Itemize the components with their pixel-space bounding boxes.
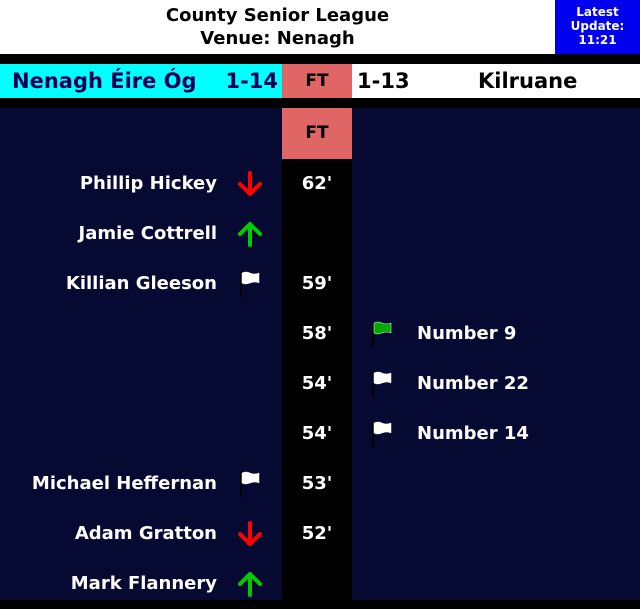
events-timeline: FT Phillip Hickey 62' Jamie Cottrell Killia…	[0, 108, 640, 600]
event-minute: 54'	[301, 373, 333, 394]
timeline-event-row: Number 9 58'	[0, 309, 640, 359]
timeline-status: FT	[282, 108, 352, 159]
white-flag-icon	[236, 470, 264, 498]
timeline-event-row: Michael Heffernan 53'	[0, 459, 640, 509]
scoreboard: Nenagh Éire Óg 1-14 FT 1-13 Kilruane	[0, 64, 640, 98]
away-player-name: Number 22	[417, 373, 529, 394]
timeline-event-row: Phillip Hickey 62'	[0, 159, 640, 209]
home-player-name: Mark Flannery	[70, 573, 217, 594]
event-minute: 53'	[301, 473, 333, 494]
event-minute: 62'	[301, 173, 333, 194]
away-team-name: Kilruane	[478, 69, 578, 93]
white-flag-icon	[368, 370, 396, 398]
home-player-name: Phillip Hickey	[79, 173, 217, 194]
home-team-name: Nenagh Éire Óg	[12, 69, 197, 93]
event-minute: 52'	[301, 523, 333, 544]
match-status: FT	[282, 64, 352, 98]
green-flag-icon	[368, 320, 396, 348]
timeline-event-row: Killian Gleeson 59'	[0, 259, 640, 309]
update-label-line2: Update:	[570, 19, 625, 33]
sub-on-arrow-icon	[236, 570, 264, 598]
timeline-event-row: Jamie Cottrell	[0, 209, 640, 259]
home-team-cell: Nenagh Éire Óg 1-14	[0, 64, 282, 98]
event-minute: 54'	[301, 423, 333, 444]
home-player-name: Jamie Cottrell	[78, 223, 217, 244]
timeline-event-row: Number 22 54'	[0, 359, 640, 409]
latest-update-badge: Latest Update: 11:21	[555, 0, 640, 54]
away-team-cell: 1-13 Kilruane	[352, 64, 640, 98]
away-player-name: Number 9	[417, 323, 517, 344]
sub-off-arrow-icon	[236, 520, 264, 548]
away-team-score: 1-13	[357, 69, 410, 93]
timeline-event-row: Adam Gratton 52'	[0, 509, 640, 559]
update-label-line1: Latest	[576, 5, 619, 19]
white-flag-icon	[236, 270, 264, 298]
sub-off-arrow-icon	[236, 170, 264, 198]
home-player-name: Adam Gratton	[74, 523, 217, 544]
home-player-name: Michael Heffernan	[31, 473, 217, 494]
timeline-event-row: Number 14 54'	[0, 409, 640, 459]
update-time: 11:21	[578, 33, 617, 47]
event-minute: 58'	[301, 323, 333, 344]
venue-label: Venue: Nenagh	[200, 28, 355, 49]
event-minute: 59'	[301, 273, 333, 294]
match-header: County Senior League Venue: Nenagh	[0, 0, 555, 54]
sub-on-arrow-icon	[236, 220, 264, 248]
competition-title: County Senior League	[165, 5, 390, 26]
white-flag-icon	[368, 420, 396, 448]
timeline-event-row: Mark Flannery	[0, 559, 640, 609]
home-player-name: Killian Gleeson	[65, 273, 217, 294]
home-team-score: 1-14	[225, 69, 278, 93]
away-player-name: Number 14	[417, 423, 529, 444]
